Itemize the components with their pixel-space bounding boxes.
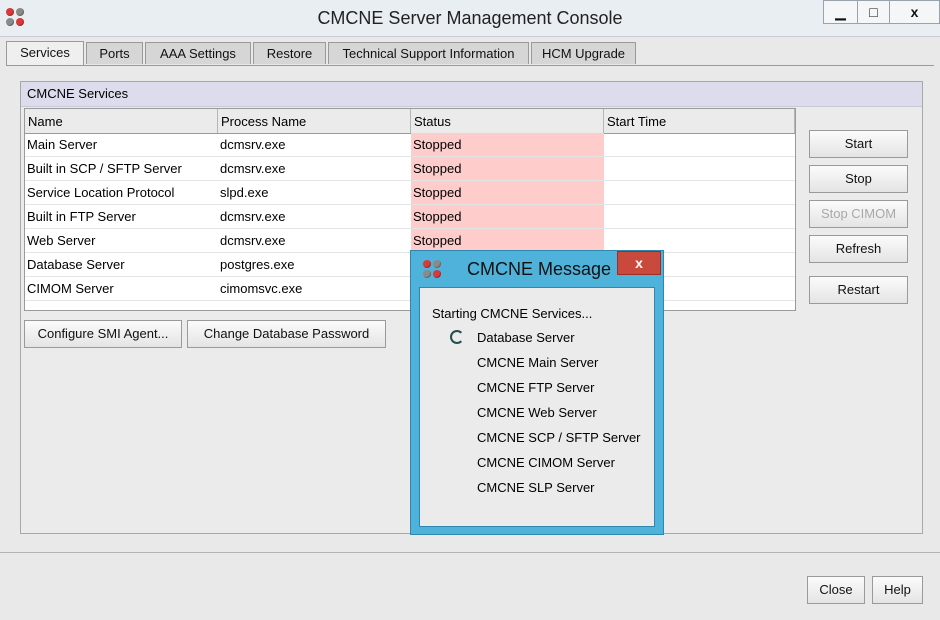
- close-window-button[interactable]: x: [889, 0, 940, 24]
- cell-status: Stopped: [411, 181, 604, 204]
- cell-name: Database Server: [27, 257, 125, 272]
- tab-divider: [6, 65, 934, 66]
- configure-smi-agent-button[interactable]: Configure SMI Agent...: [24, 320, 182, 348]
- service-progress-item: CMCNE CIMOM Server: [477, 455, 615, 470]
- column-header-status[interactable]: Status: [411, 109, 604, 133]
- window-title: CMCNE Server Management Console: [317, 8, 623, 28]
- tab-technical-support[interactable]: Technical Support Information: [328, 42, 529, 64]
- close-button[interactable]: Close: [807, 576, 865, 604]
- cell-process: dcmsrv.exe: [220, 137, 286, 152]
- cell-name: CIMOM Server: [27, 281, 114, 296]
- tab-ports[interactable]: Ports: [86, 42, 143, 64]
- cell-process: dcmsrv.exe: [220, 209, 286, 224]
- cell-status: Stopped: [411, 157, 604, 180]
- column-header-name[interactable]: Name: [25, 109, 218, 133]
- loading-spinner-icon: [450, 330, 464, 344]
- cell-name: Main Server: [27, 137, 98, 152]
- service-progress-item: Database Server: [477, 330, 575, 345]
- cell-status: Stopped: [411, 205, 604, 228]
- cell-start-time: [604, 205, 795, 228]
- refresh-button[interactable]: Refresh: [809, 235, 908, 263]
- cell-start-time: [604, 229, 795, 252]
- service-progress-item: CMCNE Web Server: [477, 405, 597, 420]
- tab-aaa-settings[interactable]: AAA Settings: [145, 42, 251, 64]
- cell-status: Stopped: [411, 133, 604, 156]
- table-row[interactable]: Service Location Protocol slpd.exe Stopp…: [25, 181, 795, 205]
- service-progress-item: CMCNE FTP Server: [477, 380, 595, 395]
- message-dialog: CMCNE Message x Starting CMCNE Services.…: [410, 250, 664, 535]
- dialog-body: Starting CMCNE Services... Database Serv…: [419, 287, 655, 527]
- dialog-title: CMCNE Message: [467, 259, 612, 279]
- cell-name: Built in FTP Server: [27, 209, 136, 224]
- dialog-heading: Starting CMCNE Services...: [432, 306, 593, 321]
- table-row[interactable]: Built in SCP / SFTP Server dcmsrv.exe St…: [25, 157, 795, 181]
- change-database-password-button[interactable]: Change Database Password: [187, 320, 386, 348]
- title-bar: CMCNE Server Management Console ▁ □ x: [0, 0, 940, 37]
- stop-cimom-button[interactable]: Stop CIMOM: [809, 200, 908, 228]
- panel-title: CMCNE Services: [21, 82, 922, 107]
- tab-services[interactable]: Services: [6, 41, 84, 66]
- help-button[interactable]: Help: [872, 576, 923, 604]
- maximize-button[interactable]: □: [857, 0, 890, 24]
- cell-process: postgres.exe: [220, 257, 295, 272]
- cell-name: Service Location Protocol: [27, 185, 175, 200]
- cell-start-time: [604, 157, 795, 180]
- tab-hcm-upgrade[interactable]: HCM Upgrade: [531, 42, 636, 64]
- cell-name: Web Server: [27, 233, 96, 248]
- column-header-start-time[interactable]: Start Time: [604, 109, 795, 133]
- cell-process: dcmsrv.exe: [220, 161, 286, 176]
- cell-start-time: [604, 181, 795, 204]
- footer-divider: [0, 552, 940, 553]
- table-row[interactable]: Built in FTP Server dcmsrv.exe Stopped: [25, 205, 795, 229]
- cell-status: Stopped: [411, 229, 604, 252]
- dialog-close-button[interactable]: x: [617, 251, 661, 275]
- column-header-process-name[interactable]: Process Name: [218, 109, 411, 133]
- cell-process: slpd.exe: [220, 185, 269, 200]
- restart-button[interactable]: Restart: [809, 276, 908, 304]
- stop-button[interactable]: Stop: [809, 165, 908, 193]
- table-header: Name Process Name Status Start Time: [25, 109, 795, 134]
- dialog-app-icon: [423, 260, 443, 280]
- table-row[interactable]: Main Server dcmsrv.exe Stopped: [25, 133, 795, 157]
- cell-start-time: [604, 133, 795, 156]
- service-progress-item: CMCNE SLP Server: [477, 480, 595, 495]
- tab-restore[interactable]: Restore: [253, 42, 326, 64]
- cell-process: dcmsrv.exe: [220, 233, 286, 248]
- minimize-button[interactable]: ▁: [823, 0, 858, 24]
- service-progress-item: CMCNE Main Server: [477, 355, 599, 370]
- cell-process: cimomsvc.exe: [220, 281, 303, 296]
- service-progress-item: CMCNE SCP / SFTP Server: [477, 430, 641, 445]
- cell-name: Built in SCP / SFTP Server: [27, 161, 182, 176]
- start-button[interactable]: Start: [809, 130, 908, 158]
